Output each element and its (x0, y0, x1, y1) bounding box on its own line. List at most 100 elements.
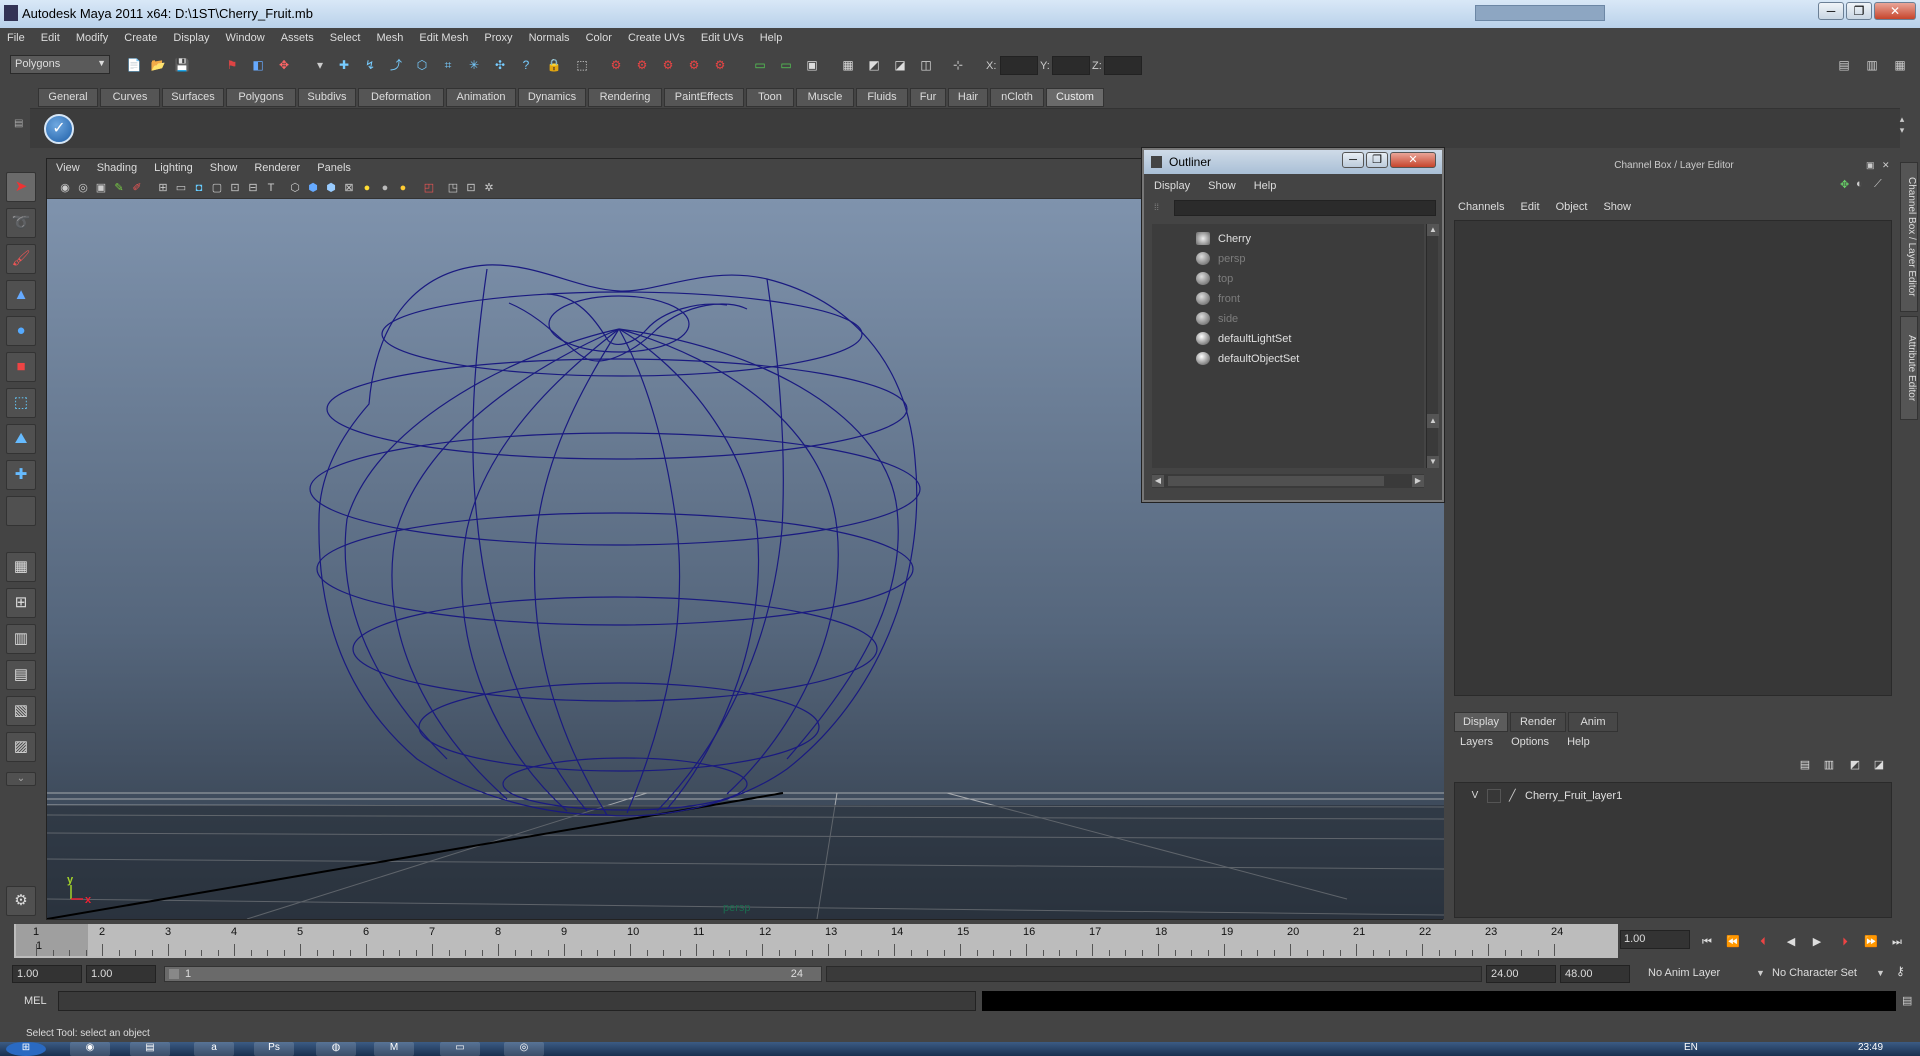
use-all-lights-icon[interactable]: ● (377, 180, 393, 196)
folder-taskbar-icon[interactable]: ▭ (440, 1042, 480, 1056)
menu-color[interactable]: Color (579, 28, 618, 44)
help-query-icon[interactable]: ? (516, 55, 536, 75)
snap-curve-icon[interactable]: ↯ (360, 55, 380, 75)
move-layer-down-icon[interactable]: ▥ (1820, 758, 1838, 776)
hyper-icon[interactable]: ⟋ (1874, 178, 1888, 192)
shelf-tab-polygons[interactable]: Polygons (226, 88, 296, 107)
select-camera-icon[interactable]: ◉ (57, 180, 73, 196)
outliner-item[interactable]: persp (1152, 250, 1412, 268)
make-live-icon[interactable]: ✳ (464, 55, 484, 75)
show-attribute-editor-icon[interactable]: ▤ (1834, 55, 1854, 75)
show-tool-settings-icon[interactable]: ▥ (1862, 55, 1882, 75)
shelf-tab-general[interactable]: General (38, 88, 98, 107)
menu-edit[interactable]: Edit (34, 28, 66, 44)
frame-camera-icon[interactable]: ◫ (916, 55, 936, 75)
safe-title-icon[interactable]: T (263, 180, 279, 196)
step-back-frame-icon[interactable]: ⏪ (1722, 933, 1744, 951)
output-ops-icon[interactable]: ⚙ (632, 55, 652, 75)
menu-window[interactable]: Window (219, 28, 271, 44)
open-scene-icon[interactable]: 📂 (148, 55, 168, 75)
channels-menu-object[interactable]: Object (1548, 199, 1593, 213)
bookmark-icon[interactable]: ▣ (93, 180, 109, 196)
key-icon[interactable]: ✥ (1840, 178, 1854, 192)
grid-toggle-icon[interactable]: ⊞ (155, 180, 171, 196)
camera-snap-icon[interactable]: ◪ (890, 55, 910, 75)
chevron-down-icon[interactable]: ▼ (1876, 968, 1885, 978)
menu-mesh[interactable]: Mesh (369, 28, 409, 44)
render-view-icon[interactable]: ▭ (750, 55, 770, 75)
hypershade-layout-icon[interactable]: ▧ (6, 696, 36, 726)
lasso-tool-icon[interactable]: ➰ (6, 208, 36, 238)
shadows-icon[interactable]: ● (395, 180, 411, 196)
outliner-item[interactable]: defaultObjectSet (1152, 350, 1412, 368)
y-field[interactable] (1052, 56, 1090, 75)
close-button[interactable]: ✕ (1874, 2, 1916, 20)
field-chart-icon[interactable]: ⊡ (227, 180, 243, 196)
z-field[interactable] (1104, 56, 1142, 75)
paint-select-tool-icon[interactable]: 🖌 (6, 244, 36, 274)
app-taskbar-icon[interactable]: a (194, 1042, 234, 1056)
viewport-menu-panels[interactable]: Panels (308, 159, 356, 174)
save-scene-icon[interactable]: 💾 (172, 55, 192, 75)
window-search-field[interactable] (1475, 5, 1605, 21)
outliner-close-button[interactable]: ✕ (1390, 152, 1436, 168)
restore-button[interactable]: ❐ (1846, 2, 1872, 20)
layer-tab-render[interactable]: Render (1510, 712, 1566, 732)
selection-constraint-icon[interactable]: ⬚ (572, 55, 592, 75)
viewport-menu-shading[interactable]: Shading (88, 159, 142, 174)
outliner-item[interactable]: side (1152, 310, 1412, 328)
menu-edit-uvs[interactable]: Edit UVs (694, 28, 750, 44)
menu-file[interactable]: File (0, 28, 31, 44)
select-tool-icon[interactable]: ➤ (6, 172, 36, 202)
history-icon[interactable]: ✣ (490, 55, 510, 75)
layer-color-icon[interactable]: ╱ (1509, 789, 1521, 803)
viewport-menu-view[interactable]: View (47, 159, 85, 174)
persp-graph-layout-icon[interactable]: ▤ (6, 660, 36, 690)
gear-icon[interactable]: ⚙ (6, 886, 36, 916)
checkmark-shelf-icon[interactable]: ✓ (44, 114, 74, 144)
clock[interactable]: 23:49 (1858, 1042, 1883, 1053)
animation-start-field[interactable]: 1.00 (12, 965, 82, 983)
layer-menu-layers[interactable]: Layers (1450, 734, 1498, 748)
shelf-tab-hair[interactable]: Hair (948, 88, 988, 107)
step-back-key-icon[interactable]: ⏴ (1752, 933, 1774, 951)
outliner-menu-help[interactable]: Help (1244, 178, 1282, 192)
menu-proxy[interactable]: Proxy (477, 28, 518, 44)
outliner-item[interactable]: defaultLightSet (1152, 330, 1412, 348)
channel-box-area[interactable] (1454, 220, 1892, 696)
move-tool-icon[interactable]: ▲ (6, 280, 36, 310)
range-start-handle[interactable] (169, 969, 179, 979)
menu-assets[interactable]: Assets (274, 28, 320, 44)
render-history-icon[interactable]: ⚙ (684, 55, 704, 75)
float-panel-icon[interactable]: ▣ (1866, 160, 1878, 172)
channels-menu-show[interactable]: Show (1595, 199, 1636, 213)
menu-edit-mesh[interactable]: Edit Mesh (412, 28, 474, 44)
mask-dropdown-icon[interactable]: ▾ (310, 55, 330, 75)
outliner-persp-layout-icon[interactable]: ▥ (6, 624, 36, 654)
anim-layer-dropdown[interactable]: No Anim Layer (1644, 965, 1754, 983)
script-editor-icon[interactable]: ▤ (1902, 994, 1916, 1008)
menu-set-dropdown[interactable]: Polygons ▼ (10, 55, 110, 74)
soft-mod-tool-icon[interactable]: ⛰ (6, 424, 36, 454)
scroll-right-icon[interactable]: ▶ (1412, 475, 1424, 487)
layer-menu-help[interactable]: Help (1557, 734, 1595, 748)
shelf-tab-surfaces[interactable]: Surfaces (162, 88, 224, 107)
new-scene-icon[interactable]: 📄 (124, 55, 144, 75)
outliner-menu-show[interactable]: Show (1198, 178, 1241, 192)
outliner-menu-display[interactable]: Display (1144, 178, 1195, 192)
wireframe-icon[interactable]: ⬡ (287, 180, 303, 196)
scroll-left-icon[interactable]: ◀ (1152, 475, 1164, 487)
grease-pencil-icon[interactable]: ✐ (129, 180, 145, 196)
render-frame-icon[interactable]: ▭ (776, 55, 796, 75)
outliner-item[interactable]: top (1152, 270, 1412, 288)
outliner-horizontal-scrollbar[interactable]: ◀ ▶ (1152, 474, 1424, 488)
go-to-start-icon[interactable]: ⏮ (1696, 933, 1718, 951)
menu-display[interactable]: Display (166, 28, 215, 44)
maya-taskbar-icon[interactable]: M (374, 1042, 414, 1056)
resolution-gate-icon[interactable]: ◘ (191, 180, 207, 196)
viewport-menu-lighting[interactable]: Lighting (145, 159, 198, 174)
last-tool-icon[interactable] (6, 496, 36, 526)
animation-prefs-icon[interactable]: ⚷ (1896, 964, 1916, 984)
render-globals-icon[interactable]: ▦ (838, 55, 858, 75)
photoshop-taskbar-icon[interactable]: Ps (254, 1042, 294, 1056)
